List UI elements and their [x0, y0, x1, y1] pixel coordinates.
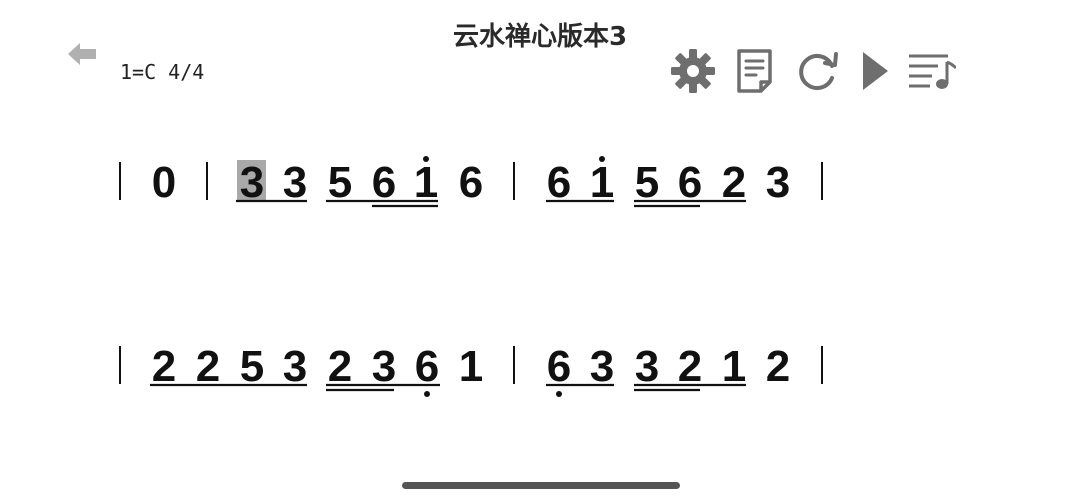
note[interactable]: 2 [766, 342, 790, 391]
settings-button[interactable] [668, 46, 718, 96]
home-indicator[interactable] [402, 482, 680, 489]
note[interactable]: 1 [590, 158, 614, 207]
note[interactable]: 5 [635, 158, 659, 207]
note[interactable]: 0 [152, 158, 176, 207]
note[interactable]: 6 [547, 158, 571, 207]
note[interactable]: 2 [722, 158, 746, 207]
note[interactable]: 1 [722, 342, 746, 391]
note[interactable]: 3 [372, 342, 396, 391]
octave-dot [423, 156, 429, 162]
note[interactable]: 3 [635, 342, 659, 391]
note[interactable]: 2 [152, 342, 176, 391]
note[interactable]: 6 [547, 342, 571, 391]
note[interactable]: 1 [459, 342, 483, 391]
octave-dot [424, 391, 430, 397]
note[interactable]: 2 [328, 342, 352, 391]
note[interactable]: 5 [328, 158, 352, 207]
note[interactable]: 3 [766, 158, 790, 207]
document-icon [737, 49, 772, 93]
note[interactable]: 3 [283, 158, 307, 207]
note[interactable]: 3 [283, 342, 307, 391]
note[interactable]: 5 [240, 342, 264, 391]
play-icon [863, 52, 888, 90]
gear-icon [671, 49, 715, 93]
note[interactable]: 3 [590, 342, 614, 391]
note[interactable]: 2 [196, 342, 220, 391]
play-button[interactable] [850, 46, 900, 96]
note[interactable]: 6 [459, 158, 483, 207]
note[interactable]: 2 [678, 342, 702, 391]
loop-button[interactable] [792, 46, 842, 96]
note[interactable]: 1 [414, 158, 438, 207]
sheet-button[interactable] [730, 46, 780, 96]
playlist-icon [909, 54, 956, 89]
note[interactable]: 3 [240, 158, 264, 207]
back-arrow-icon [68, 43, 96, 65]
note[interactable]: 6 [415, 342, 439, 391]
note[interactable]: 6 [372, 158, 396, 207]
octave-dot [599, 156, 605, 162]
key-signature: 1=C 4/4 [120, 60, 205, 84]
refresh-icon [799, 52, 838, 90]
octave-dot [556, 391, 562, 397]
back-button[interactable] [62, 38, 102, 70]
playlist-button[interactable] [906, 46, 956, 96]
note[interactable]: 6 [678, 158, 702, 207]
